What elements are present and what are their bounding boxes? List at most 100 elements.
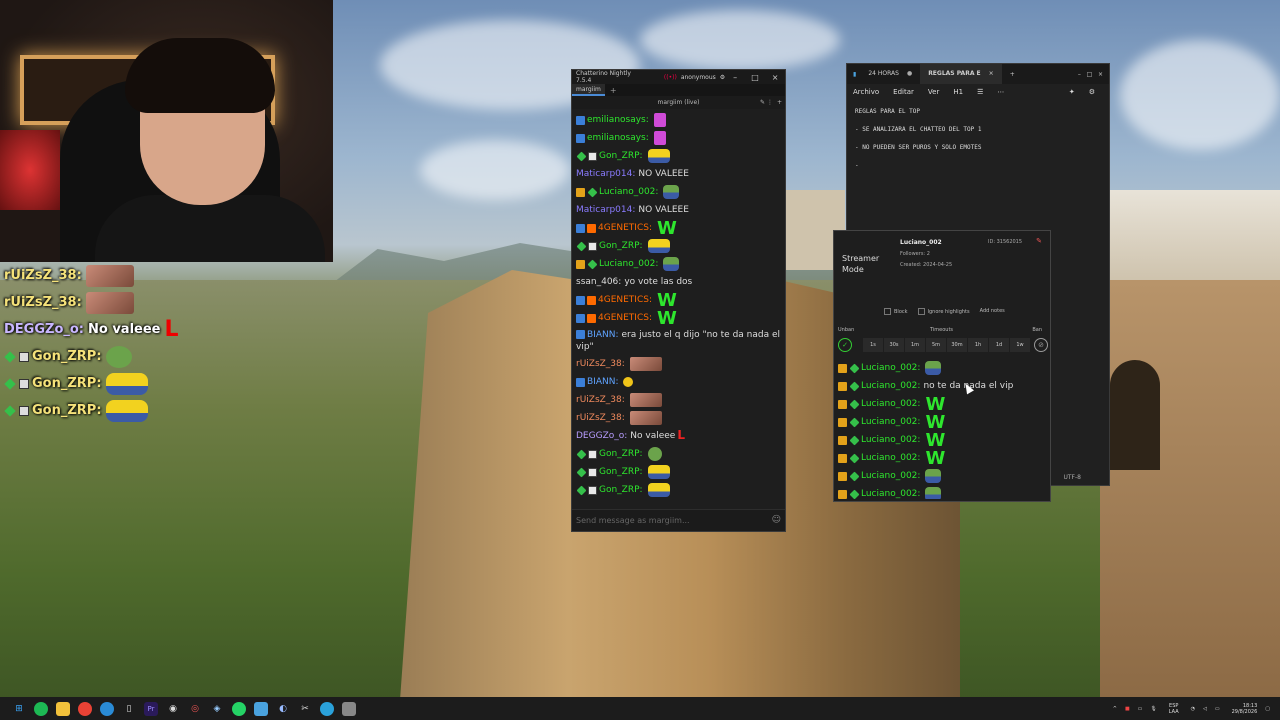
- record-icon[interactable]: ◎: [188, 702, 202, 716]
- chat-message[interactable]: Luciano_002:: [576, 183, 781, 201]
- notepad-text-area[interactable]: REGLAS PARA EL TOP - SE ANALIZARA EL CHA…: [847, 100, 1109, 188]
- chat-username[interactable]: Gon_ZRP:: [599, 448, 643, 460]
- close-button[interactable]: ×: [765, 73, 785, 82]
- spotify-icon[interactable]: [34, 701, 48, 716]
- chat-message[interactable]: Gon_ZRP:: [576, 463, 781, 481]
- chat-message[interactable]: Gon_ZRP:: [576, 445, 781, 463]
- chat-username[interactable]: Gon_ZRP:: [599, 150, 643, 162]
- chat-username[interactable]: Luciano_002:: [861, 488, 920, 499]
- settings-icon[interactable]: ⚙: [1089, 88, 1095, 96]
- chat-username[interactable]: rUiZsZ_38:: [576, 394, 625, 406]
- user-message-history[interactable]: Luciano_002: Luciano_002: no te da nada el…: [838, 359, 1048, 499]
- more-icon[interactable]: ⋮: [767, 96, 773, 109]
- battery-icon[interactable]: ▭: [1215, 706, 1220, 712]
- monitor-icon[interactable]: ▭: [1138, 706, 1143, 712]
- chat-message[interactable]: Maticarp014: NO VALEEE: [576, 165, 781, 183]
- more-menu-icon[interactable]: ⋯: [997, 88, 1004, 96]
- chevron-up-icon[interactable]: ^: [1113, 706, 1117, 712]
- mic-icon[interactable]: 🎙: [1150, 706, 1156, 712]
- user-info-popup[interactable]: Streamer Mode Luciano_002 ID: 31562015 F…: [833, 230, 1051, 502]
- folder-icon[interactable]: [56, 701, 70, 716]
- chat-username[interactable]: Maticarp014:: [576, 204, 635, 216]
- chat-message[interactable]: Gon_ZRP:: [576, 481, 781, 499]
- chat-username[interactable]: Luciano_002:: [861, 434, 920, 446]
- premiere-icon[interactable]: Pr: [144, 701, 158, 716]
- account-label[interactable]: anonymous: [681, 74, 716, 81]
- chat-username[interactable]: Luciano_002:: [861, 380, 920, 392]
- chatterino-titlebar[interactable]: Chatterino Nightly 7.5.4 ((•)) anonymous…: [572, 70, 785, 84]
- chat-username[interactable]: Luciano_002:: [599, 258, 658, 270]
- user-history-message[interactable]: Luciano_002:: [838, 467, 1048, 485]
- copilot-icon[interactable]: ✦: [1069, 88, 1075, 96]
- chat-message[interactable]: rUiZsZ_38:: [576, 391, 781, 409]
- tab-margiim[interactable]: margiim: [572, 84, 605, 96]
- menu-editar[interactable]: Editar: [893, 88, 914, 96]
- chat-username[interactable]: 4GENETICS:: [598, 312, 652, 324]
- timeout-1d-button[interactable]: 1d: [989, 338, 1009, 352]
- capcut-icon[interactable]: ✂: [298, 702, 312, 716]
- timeout-5m-button[interactable]: 5m: [926, 338, 946, 352]
- new-tab-button[interactable]: +: [1010, 71, 1015, 78]
- chat-username[interactable]: Luciano_002:: [861, 470, 920, 482]
- start-icon[interactable]: ⊞: [12, 702, 26, 716]
- wifi-icon[interactable]: ◔: [1191, 706, 1195, 712]
- chat-username[interactable]: Luciano_002:: [599, 186, 658, 198]
- timeout-1s-button[interactable]: 1s: [863, 338, 883, 352]
- whatsapp-icon[interactable]: [232, 701, 246, 716]
- pin-icon[interactable]: ✎: [1036, 237, 1042, 245]
- clock[interactable]: 18:13 29/8/2026: [1232, 703, 1258, 715]
- split-icon[interactable]: +: [777, 96, 782, 109]
- chat-username[interactable]: BIANN:: [587, 330, 618, 340]
- chat-message[interactable]: emilianosays:: [576, 111, 781, 129]
- obs-icon[interactable]: ◉: [166, 702, 180, 716]
- chat-username[interactable]: 4GENETICS:: [598, 222, 652, 234]
- chat-username[interactable]: ssan_406:: [576, 276, 621, 288]
- timeout-30s-button[interactable]: 30s: [884, 338, 904, 352]
- maximize-button[interactable]: □: [745, 73, 765, 82]
- edit-icon[interactable]: ✎: [760, 96, 765, 109]
- chat-username[interactable]: 4GENETICS:: [598, 294, 652, 306]
- ignore-highlights-checkbox[interactable]: Ignore highlights: [918, 308, 970, 315]
- telegram-icon[interactable]: [320, 701, 334, 716]
- volume-icon[interactable]: ◁: [1203, 706, 1207, 712]
- chat-username[interactable]: rUiZsZ_38:: [576, 412, 625, 424]
- menu-archivo[interactable]: Archivo: [853, 88, 879, 96]
- unban-button[interactable]: ✓: [838, 338, 852, 352]
- steam-icon[interactable]: ◈: [210, 702, 224, 716]
- chat-username[interactable]: Gon_ZRP:: [599, 484, 643, 496]
- chat-username[interactable]: emilianosays:: [587, 114, 649, 126]
- notepad-icon[interactable]: [254, 701, 268, 716]
- chat-username[interactable]: rUiZsZ_38:: [576, 358, 625, 370]
- user-history-message[interactable]: Luciano_002: W: [838, 413, 1048, 432]
- popup-username[interactable]: Luciano_002: [900, 239, 942, 246]
- edge-icon[interactable]: [100, 701, 114, 716]
- chat-message[interactable]: ssan_406: yo vote las dos: [576, 273, 781, 291]
- menu-ver[interactable]: Ver: [928, 88, 939, 96]
- chat-username[interactable]: Gon_ZRP:: [599, 466, 643, 478]
- add-notes-button[interactable]: Add notes: [980, 308, 1005, 315]
- add-tab-button[interactable]: +: [605, 86, 622, 95]
- tab-reglas[interactable]: REGLAS PARA E ×: [920, 64, 1002, 84]
- chat-message[interactable]: Luciano_002:: [576, 255, 781, 273]
- chrome-icon[interactable]: [78, 701, 92, 716]
- chat-username[interactable]: Luciano_002:: [861, 452, 920, 464]
- ban-button[interactable]: ⊘: [1034, 338, 1048, 352]
- list-icon[interactable]: ☰: [977, 88, 983, 96]
- tab-24-horas[interactable]: 24 HORAS ●: [860, 64, 920, 84]
- chat-message[interactable]: rUiZsZ_38:: [576, 409, 781, 427]
- minimize-button[interactable]: –: [725, 73, 745, 82]
- timeout-30m-button[interactable]: 30m: [947, 338, 967, 352]
- chat-message[interactable]: 4GENETICS: W: [576, 291, 781, 310]
- timeout-1m-button[interactable]: 1m: [905, 338, 925, 352]
- user-history-message[interactable]: Luciano_002: W: [838, 431, 1048, 450]
- chat-message[interactable]: BIANN:: [576, 373, 781, 391]
- calculator-icon[interactable]: [342, 701, 356, 716]
- chat-username[interactable]: DEGGZo_o:: [576, 430, 627, 442]
- window-controls[interactable]: – □ ×: [1078, 71, 1103, 78]
- chat-message[interactable]: Maticarp014: NO VALEEE: [576, 201, 781, 219]
- timeout-1w-button[interactable]: 1w: [1010, 338, 1030, 352]
- chat-message[interactable]: rUiZsZ_38:: [576, 355, 781, 373]
- chat-message[interactable]: 4GENETICS: W: [576, 219, 781, 238]
- chat-message[interactable]: Gon_ZRP:: [576, 237, 781, 255]
- chat-username[interactable]: emilianosays:: [587, 132, 649, 144]
